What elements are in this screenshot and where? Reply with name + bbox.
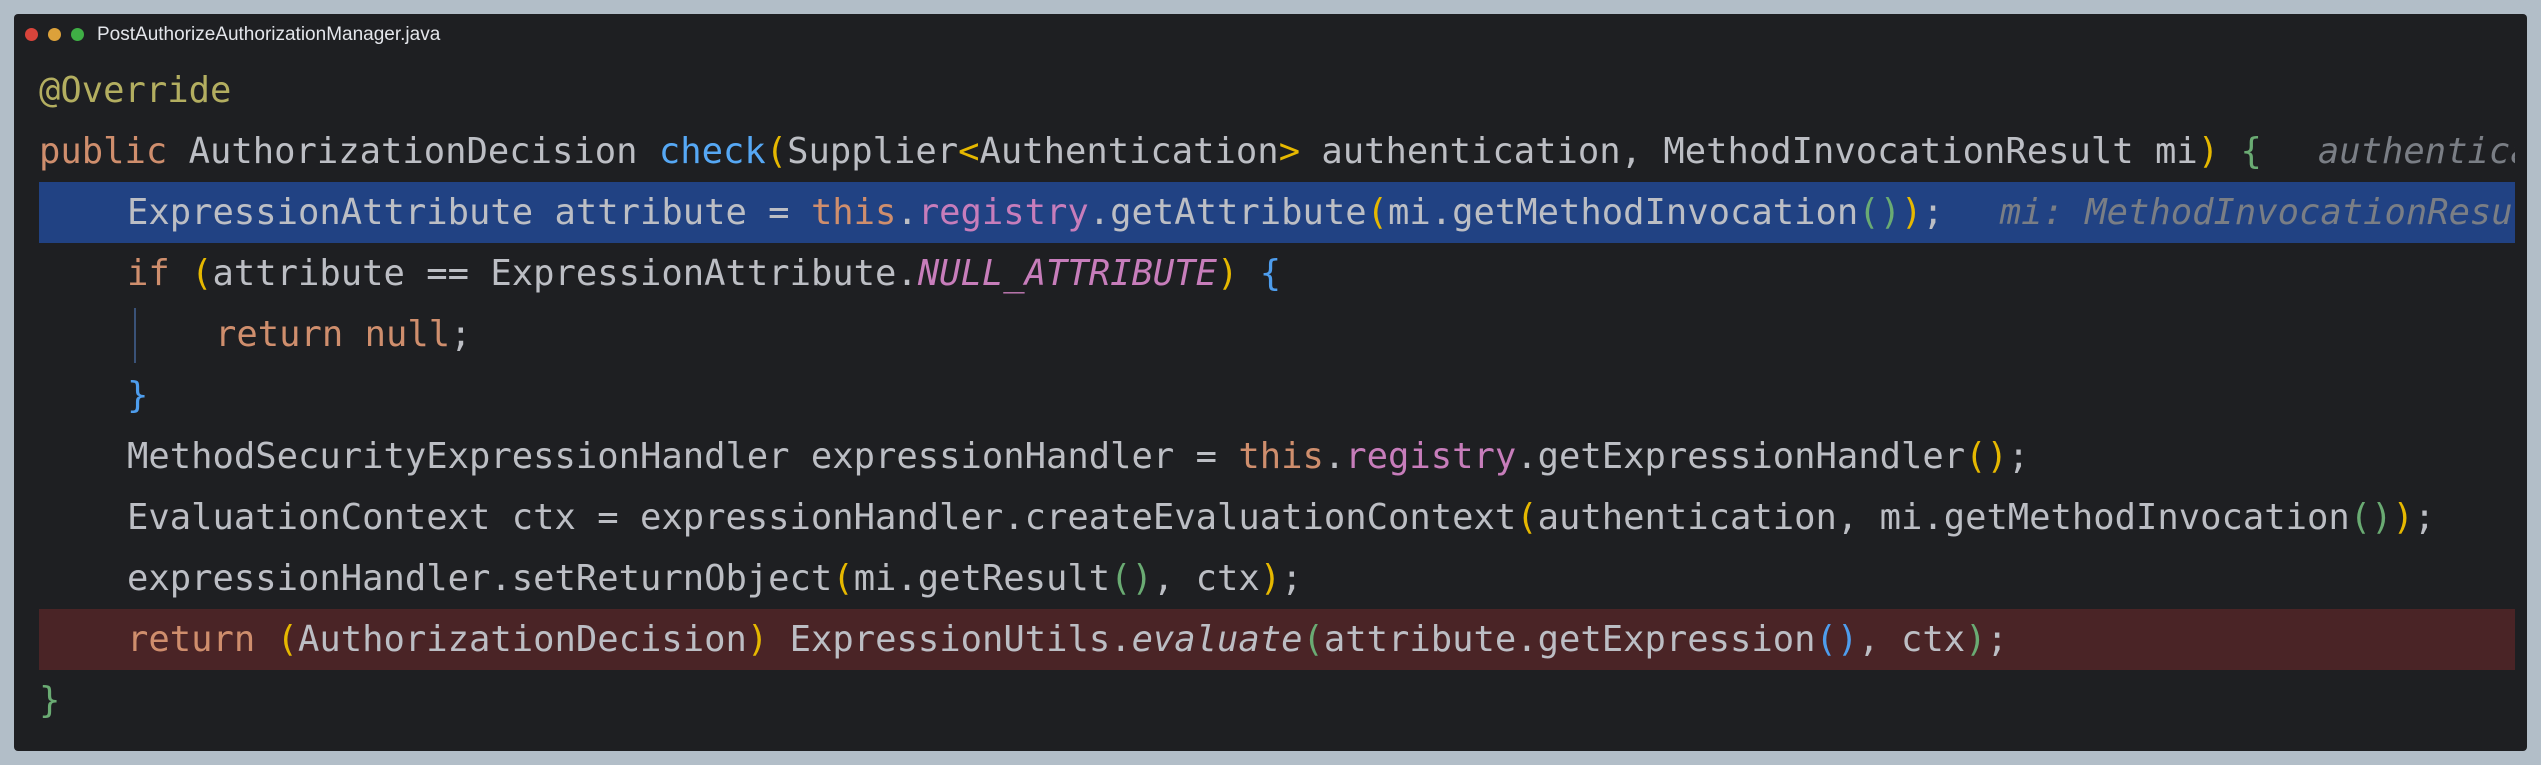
- code-text: ;: [1922, 192, 1944, 233]
- code-text: expressionHandler.setReturnObject: [127, 558, 833, 599]
- keyword-this: this: [1238, 436, 1324, 477]
- paren: (): [1965, 436, 2008, 477]
- keyword-this: this: [810, 192, 897, 233]
- code-text: mi.getResult: [853, 558, 1111, 599]
- minimize-window-button[interactable]: [48, 28, 61, 41]
- code-text: attribute == ExpressionAttribute.: [212, 253, 918, 294]
- generic-bracket: >: [1278, 131, 1301, 172]
- static-method-evaluate: evaluate: [1131, 619, 1303, 660]
- editor-window: PostAuthorizeAuthorizationManager.java @…: [14, 14, 2527, 751]
- code-text: ;: [450, 314, 472, 355]
- brace: }: [127, 375, 149, 416]
- keyword-public: public: [39, 131, 168, 172]
- code-text: .: [896, 192, 918, 233]
- keyword-if: if: [127, 253, 170, 294]
- paren: (: [1302, 619, 1324, 660]
- paren: (: [1366, 192, 1389, 233]
- params: authentication, MethodInvocationResult m…: [1300, 131, 2198, 172]
- code-text: , ctx: [1152, 558, 1260, 599]
- paren: ): [1217, 253, 1239, 294]
- code-text: ;: [1986, 619, 2008, 660]
- code-line-9: expressionHandler.setReturnObject(mi.get…: [39, 548, 2515, 609]
- code-editor[interactable]: @Override public AuthorizationDecision c…: [39, 60, 2515, 744]
- code-text: ExpressionUtils.: [789, 619, 1132, 660]
- code-line-11: }: [39, 670, 2515, 731]
- paren: ): [2197, 131, 2220, 172]
- inlay-hint: authentication: [2317, 131, 2515, 172]
- return-type: AuthorizationDecision: [188, 131, 638, 172]
- indent-guide: [134, 308, 136, 363]
- paren: ): [2392, 497, 2414, 538]
- file-name-title: PostAuthorizeAuthorizationManager.java: [97, 24, 441, 45]
- code-line-8: EvaluationContext ctx = expressionHandle…: [39, 487, 2515, 548]
- code-text: ;: [2007, 436, 2030, 477]
- inlay-hint: mi: MethodInvocationResult: [1999, 192, 2515, 233]
- title-bar: PostAuthorizeAuthorizationManager.java: [14, 14, 2527, 60]
- code-text: .getAttribute: [1088, 192, 1367, 233]
- code-line-2: public AuthorizationDecision check(Suppl…: [39, 121, 2515, 182]
- keyword-return: return: [127, 619, 256, 660]
- paren: ): [1900, 192, 1923, 233]
- paren: (): [1815, 619, 1859, 660]
- method-name: check: [658, 131, 766, 172]
- code-line-3-current: ExpressionAttribute attribute = this.reg…: [39, 182, 2515, 243]
- code-text: .: [1323, 436, 1346, 477]
- keyword-null: null: [364, 314, 451, 355]
- code-line-6: }: [39, 365, 2515, 426]
- paren: (): [1858, 192, 1901, 233]
- paren: (: [276, 619, 298, 660]
- code-text: authentication, mi.getMethodInvocation: [1537, 497, 2350, 538]
- cast-type: AuthorizationDecision: [298, 619, 747, 660]
- code-text: .getExpressionHandler: [1516, 436, 1966, 477]
- brace: {: [1259, 253, 1282, 294]
- code-text: , ctx: [1858, 619, 1966, 660]
- generic-type: Authentication: [979, 131, 1279, 172]
- code-text: mi.getMethodInvocation: [1388, 192, 1859, 233]
- paren: (): [2349, 497, 2393, 538]
- paren: (: [191, 253, 213, 294]
- close-window-button[interactable]: [25, 28, 38, 41]
- code-line-4: if (attribute == ExpressionAttribute.NUL…: [39, 243, 2515, 304]
- paren: (: [832, 558, 854, 599]
- code-text: ;: [2413, 497, 2436, 538]
- code-text: EvaluationContext ctx = expressionHandle…: [127, 497, 1517, 538]
- code-line-7: MethodSecurityExpressionHandler expressi…: [39, 426, 2515, 487]
- brace: {: [2240, 131, 2262, 172]
- override-annotation: @Override: [39, 70, 232, 111]
- maximize-window-button[interactable]: [71, 28, 84, 41]
- brace: }: [39, 680, 61, 721]
- paren: (): [1110, 558, 1153, 599]
- paren: ): [746, 619, 769, 660]
- code-text: attribute.getExpression: [1323, 619, 1816, 660]
- field-registry: registry: [1345, 436, 1517, 477]
- code-text: ExpressionAttribute attribute =: [127, 192, 811, 233]
- code-line-1: @Override: [39, 60, 2515, 121]
- paren: ): [1259, 558, 1282, 599]
- field-registry: registry: [917, 192, 1089, 233]
- constant-null-attribute: NULL_ATTRIBUTE: [917, 253, 1218, 294]
- code-line-10-breakpoint: return (AuthorizationDecision) Expressio…: [39, 609, 2515, 670]
- paren: (: [765, 131, 788, 172]
- param-type: Supplier: [787, 131, 959, 172]
- keyword-return: return: [215, 314, 344, 355]
- code-text: MethodSecurityExpressionHandler expressi…: [127, 436, 1239, 477]
- code-text: ;: [1281, 558, 1303, 599]
- paren: (: [1516, 497, 1538, 538]
- paren: ): [1965, 619, 1987, 660]
- code-line-5: return null;: [39, 304, 2515, 365]
- generic-bracket: <: [958, 131, 980, 172]
